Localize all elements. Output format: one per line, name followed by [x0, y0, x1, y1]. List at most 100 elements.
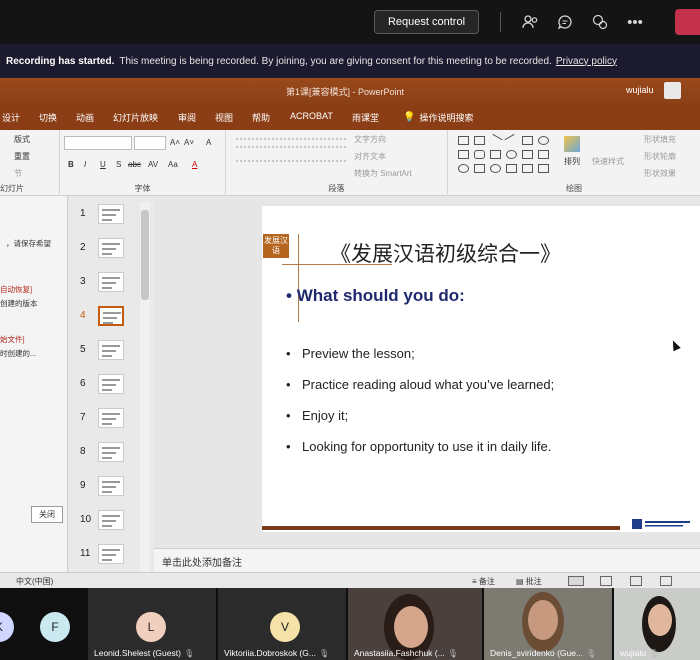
ribbon: 版式 重置 节 幻灯片 A˄ A˅ A B I U S abc AV Aa A … [0, 130, 700, 196]
tell-me-search[interactable]: 💡 操作说明搜索 [403, 111, 473, 124]
spacing-button[interactable]: AV [148, 160, 158, 169]
thumbnail-preview [98, 374, 124, 394]
participants-strip: K F L Leonid.Shelest (Guest)🎙 V Viktorii… [0, 588, 700, 660]
slide-number: 5 [80, 344, 86, 355]
avatar: F [40, 612, 70, 642]
chat-icon[interactable] [555, 12, 575, 32]
slide-footer-bar [262, 526, 620, 530]
font-name-box[interactable] [64, 136, 132, 150]
recovery-text: ，请保存希望 [6, 239, 51, 248]
slide-title: 《发展汉语初级综合一》 [330, 242, 561, 266]
slide-canvas[interactable]: 发展汉语 《发展汉语初级综合一》 • What should you do: •… [262, 206, 700, 532]
privacy-policy-link[interactable]: Privacy policy [556, 56, 617, 67]
tab-review[interactable]: 审阅 [178, 111, 196, 124]
font-size-box[interactable] [134, 136, 166, 150]
arrange-icon [564, 136, 580, 152]
section-button[interactable]: 节 [14, 168, 22, 179]
slide-number: 2 [80, 242, 86, 253]
toolbar-divider [500, 12, 501, 32]
participant-video-tile[interactable]: Denis_sviridenko (Gue... 🎙 [484, 588, 612, 660]
recovery-item-title[interactable]: 始文件] [0, 334, 25, 345]
notes-pane[interactable]: 单击此处添加备注 [154, 548, 700, 572]
mic-muted-icon: 🎙 [318, 649, 330, 658]
shadow-button[interactable]: S [116, 160, 121, 169]
layout-button[interactable]: 版式 [14, 134, 30, 145]
font-color-button[interactable]: A [192, 160, 197, 169]
slide-number: 1 [80, 208, 86, 219]
recovery-item-title[interactable]: 自动恢复] [0, 284, 32, 295]
slide-number: 9 [80, 480, 86, 491]
clear-format-button[interactable]: A [206, 138, 211, 147]
slideshow-view-icon[interactable] [660, 576, 672, 586]
avatar: V [270, 612, 300, 642]
tab-help[interactable]: 帮助 [252, 111, 270, 124]
align-buttons[interactable] [236, 160, 346, 170]
underline-button[interactable]: U [100, 160, 106, 169]
paragraph-group: 文字方向 对齐文本 转换为 SmartArt 段落 [226, 130, 448, 196]
slide-number: 8 [80, 446, 86, 457]
user-name: wujialu [626, 85, 654, 95]
tab-rain-classroom[interactable]: 雨课堂 [352, 111, 379, 124]
meeting-toolbar: Request control ••• [0, 0, 700, 44]
bullet-item: • Practice reading aloud what you’ve lear… [286, 377, 555, 392]
increase-font-button[interactable]: A˄ [170, 138, 180, 147]
italic-button[interactable]: I [84, 160, 86, 169]
arrange-button[interactable]: 排列 [564, 156, 580, 167]
more-icon[interactable]: ••• [625, 12, 645, 32]
slide-number: 3 [80, 276, 86, 287]
bold-button[interactable]: B [68, 160, 74, 169]
align-text-button[interactable]: 对齐文本 [354, 151, 386, 162]
text-direction-button[interactable]: 文字方向 [354, 134, 386, 145]
recovery-item-desc: 创建的版本 [0, 299, 38, 308]
shape-fill-button[interactable]: 形状填充 [644, 134, 676, 145]
participant-tile[interactable]: F [24, 588, 86, 660]
thumbnail-preview [98, 510, 124, 530]
slide-number: 6 [80, 378, 86, 389]
reading-view-icon[interactable] [630, 576, 642, 586]
bullet-item: • Preview the lesson; [286, 346, 415, 361]
ppt-title-bar: 第1课[兼容模式] - PowerPoint wujialu [0, 78, 700, 104]
slide-heading: • What should you do: [286, 286, 465, 305]
status-bar: 中文(中国) ≡ 备注 ▤ 批注 [0, 572, 700, 588]
tab-transitions[interactable]: 切换 [39, 111, 57, 124]
participant-tile[interactable]: K [0, 588, 20, 660]
participant-tile[interactable]: V Viktoriia.Dobroskok (G... 🎙 [218, 588, 346, 660]
people-icon[interactable] [520, 12, 540, 32]
participant-tile[interactable]: L Leonid.Shelest (Guest) 🎙 [88, 588, 216, 660]
recording-started-text: Recording has started. [6, 55, 115, 67]
avatar[interactable] [664, 82, 681, 99]
tab-acrobat[interactable]: ACROBAT [290, 111, 333, 121]
tab-design[interactable]: 设计 [2, 111, 20, 124]
sorter-view-icon[interactable] [600, 576, 612, 586]
shape-effects-button[interactable]: 形状效果 [644, 168, 676, 179]
request-control-button[interactable]: Request control [374, 10, 479, 34]
thumbnail-preview [98, 408, 124, 428]
paragraph-group-label: 段落 [328, 184, 345, 193]
thumbnail-scrollbar[interactable] [140, 202, 150, 572]
reset-button[interactable]: 重置 [14, 151, 30, 162]
participant-video-tile[interactable]: wujialu 🎙 [614, 588, 700, 660]
participant-video-tile[interactable]: Anastasiia.Fashchuk (... 🎙 [348, 588, 482, 660]
tab-view[interactable]: 视图 [215, 111, 233, 124]
normal-view-icon[interactable] [568, 576, 584, 586]
list-buttons[interactable] [236, 138, 346, 148]
reactions-icon[interactable] [590, 12, 610, 32]
change-case-button[interactable]: Aa [168, 160, 178, 169]
notes-toggle[interactable]: ≡ 备注 [472, 576, 495, 587]
convert-smartart-button[interactable]: 转换为 SmartArt [354, 168, 412, 179]
language-status[interactable]: 中文(中国) [16, 576, 53, 587]
tab-animations[interactable]: 动画 [76, 111, 94, 124]
thumbnail-preview [98, 442, 124, 462]
shape-outline-button[interactable]: 形状轮廓 [644, 151, 676, 162]
footer-logo [632, 518, 692, 532]
slides-group-label: 幻灯片 [0, 184, 24, 193]
avatar: K [0, 612, 14, 642]
quick-styles-button[interactable]: 快速样式 [592, 156, 624, 167]
tab-slideshow[interactable]: 幻灯片放映 [113, 111, 158, 124]
strikethrough-button[interactable]: abc [128, 160, 141, 169]
decrease-font-button[interactable]: A˅ [184, 138, 194, 147]
ribbon-tabs: 设计 切换 动画 幻灯片放映 审阅 视图 帮助 ACROBAT 雨课堂 💡 操作… [0, 104, 700, 130]
comments-toggle[interactable]: ▤ 批注 [516, 576, 542, 587]
leave-button[interactable] [675, 9, 700, 35]
close-button[interactable]: 关闭 [31, 506, 63, 523]
